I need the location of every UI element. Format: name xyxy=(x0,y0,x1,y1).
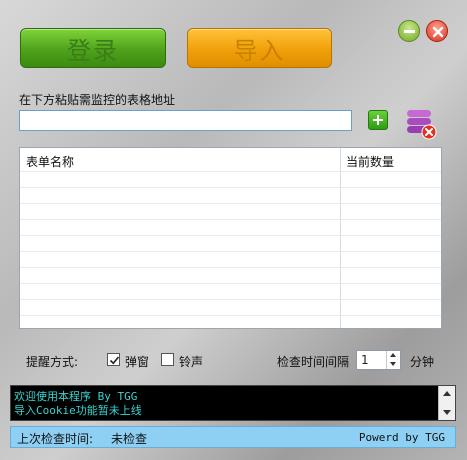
popup-checkbox[interactable] xyxy=(107,353,120,366)
interval-value[interactable]: 1 xyxy=(361,353,369,367)
column-header-count[interactable]: 当前数量 xyxy=(346,153,394,170)
stepper-down-icon[interactable] xyxy=(387,360,400,369)
interval-label: 检查时间间隔 xyxy=(277,355,350,369)
column-header-sheet-name[interactable]: 表单名称 xyxy=(26,153,74,170)
status-bar: 上次检查时间: 未检查 Powerd by TGG xyxy=(10,426,456,448)
column-divider xyxy=(340,148,341,328)
log-output[interactable]: 欢迎使用本程序 By TGG 导入Cookie功能暂未上线 xyxy=(10,385,456,421)
row-divider xyxy=(20,187,441,188)
log-scrollbar[interactable] xyxy=(438,386,455,420)
sheet-url-input[interactable] xyxy=(19,110,352,131)
database-delete-icon[interactable] xyxy=(404,108,438,140)
last-check-value: 未检查 xyxy=(111,432,148,446)
row-divider xyxy=(20,171,441,172)
reminder-label: 提醒方式: xyxy=(26,355,79,369)
plus-icon[interactable] xyxy=(368,110,388,130)
import-button[interactable]: 导入 xyxy=(187,28,332,68)
table-header: 表单名称 当前数量 xyxy=(20,148,441,172)
scroll-up-icon[interactable] xyxy=(443,391,451,396)
row-divider xyxy=(20,251,441,252)
row-divider xyxy=(20,315,441,316)
row-divider xyxy=(20,203,441,204)
row-divider xyxy=(20,267,441,268)
interval-unit-label: 分钟 xyxy=(410,355,435,369)
stepper-up-icon[interactable] xyxy=(387,351,400,360)
minimize-icon[interactable] xyxy=(398,20,420,42)
interval-stepper[interactable]: 1 xyxy=(356,350,401,370)
sheet-table[interactable]: 表单名称 当前数量 xyxy=(19,147,442,329)
row-divider xyxy=(20,235,441,236)
login-button[interactable]: 登录 xyxy=(20,28,166,68)
last-check-label: 上次检查时间: xyxy=(17,432,94,446)
row-divider xyxy=(20,283,441,284)
scroll-down-icon[interactable] xyxy=(443,410,451,415)
popup-label[interactable]: 弹窗 xyxy=(125,353,149,370)
sound-checkbox[interactable] xyxy=(161,353,174,366)
close-icon[interactable] xyxy=(426,20,448,42)
log-line: 导入Cookie功能暂未上线 xyxy=(14,404,142,417)
sound-label[interactable]: 铃声 xyxy=(179,353,203,370)
row-divider xyxy=(20,299,441,300)
url-prompt-label: 在下方粘贴需监控的表格地址 xyxy=(19,93,176,107)
row-divider xyxy=(20,219,441,220)
powered-by-text: Powerd by TGG xyxy=(358,431,445,444)
